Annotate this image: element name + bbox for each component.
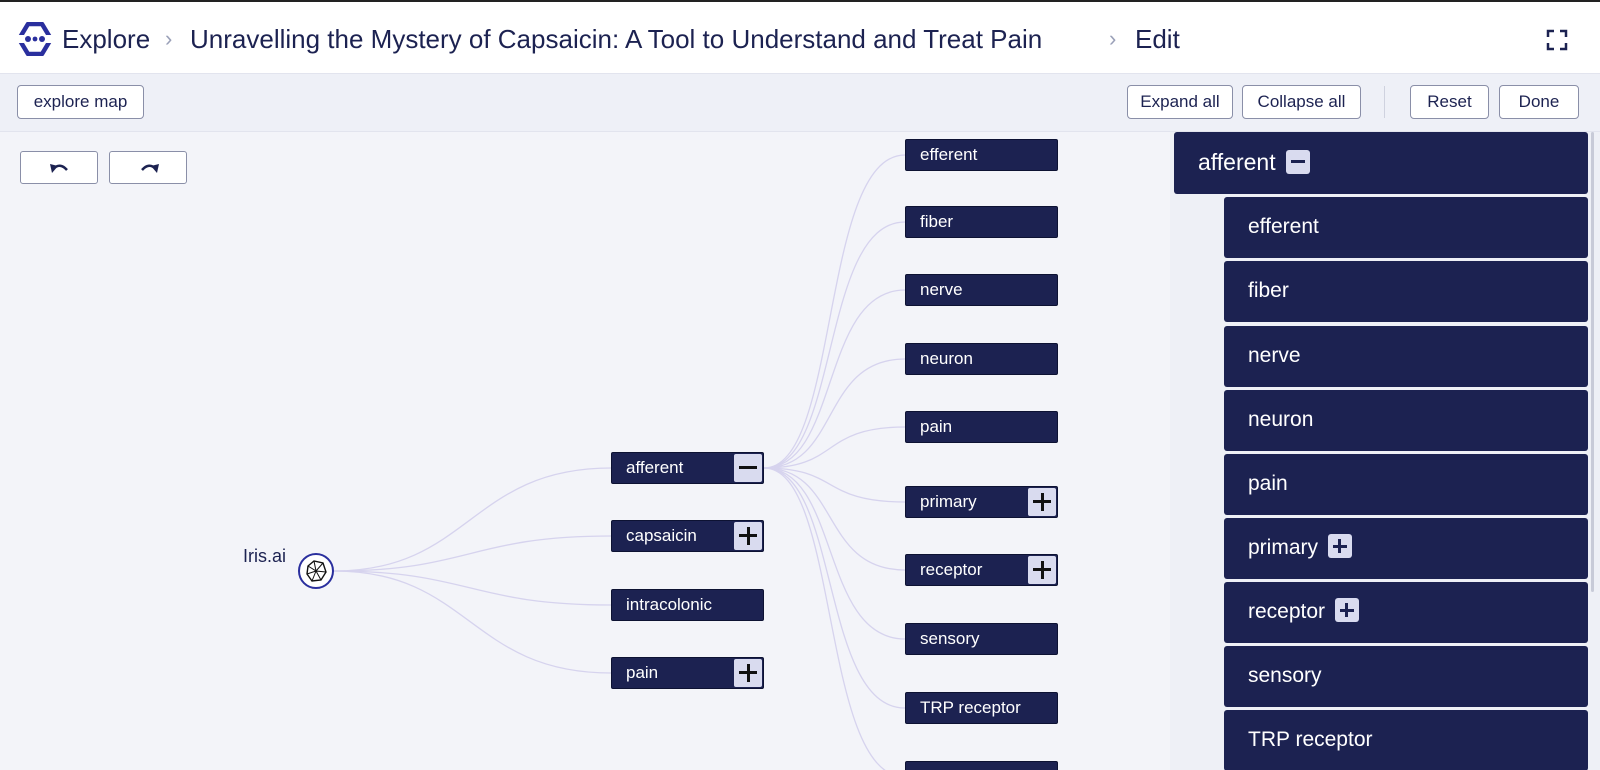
map-canvas[interactable]: Iris.ai afferent capsaicin intracolonic … [0,132,1170,770]
panel-item-label: efferent [1248,215,1319,238]
tree-node-label: sensory [920,629,980,648]
plus-icon[interactable] [1334,598,1359,623]
iris-ai-icon[interactable] [298,553,334,589]
panel-item-label: TRP receptor [1248,728,1373,751]
plus-icon[interactable] [1028,488,1056,516]
tree-node-afferent[interactable]: afferent [611,452,764,484]
panel-item-label: primary [1248,536,1319,559]
tree-node-label: efferent [920,145,978,164]
toolbar-divider [1384,86,1385,118]
panel-item-label: neuron [1248,408,1314,431]
node-panel: afferent efferent fiber nerve neuron pai… [1170,132,1600,770]
tree-node-label: nerve [920,280,963,299]
toolbar: explore map Expand all Collapse all Rese… [0,74,1600,132]
panel-item-sensory[interactable]: sensory [1224,646,1588,707]
panel-item-efferent[interactable]: efferent [1224,197,1588,258]
tree-node-label: pain [920,417,953,436]
breadcrumb-explore[interactable]: Explore [62,22,150,56]
tree-node-label: pain [626,663,659,682]
minus-icon[interactable] [734,454,762,482]
panel-item-primary[interactable]: primary [1224,518,1588,579]
plus-icon[interactable] [1028,556,1056,584]
tree-node-label: receptor [920,560,983,579]
panel-header-label: afferent [1198,149,1276,175]
tree-node-label: fiber [920,212,954,231]
panel-item-label: fiber [1248,279,1289,302]
tree-node-label: TRP receptor [920,698,1021,717]
tree-node-label: intracolonic [626,595,712,614]
tree-node-neuron[interactable]: neuron [905,343,1058,375]
tree-node-intracolonic[interactable]: intracolonic [611,589,764,621]
panel-item-label: receptor [1248,600,1326,623]
tree-node-label: capsaicin [626,526,697,545]
breadcrumb-edit: Edit [1135,24,1180,54]
panel-item-fiber[interactable]: fiber [1224,261,1588,322]
fullscreen-icon[interactable] [1546,29,1568,51]
breadcrumb-separator: › [165,26,173,51]
collapse-all-button[interactable]: Collapse all [1242,85,1361,119]
plus-icon[interactable] [1327,534,1352,559]
tree-node-capsaicin[interactable]: capsaicin [611,520,764,552]
tree-node-pain[interactable]: pain [611,657,764,689]
panel-item-label: nerve [1248,344,1301,367]
tree-node-pain[interactable]: pain [905,411,1058,443]
root-label: Iris.ai [243,546,287,566]
minus-icon[interactable] [1285,149,1310,174]
panel-item-label: pain [1248,472,1288,495]
panel-header-afferent[interactable]: afferent [1174,132,1588,194]
tree-node-sensory[interactable]: sensory [905,623,1058,655]
tree-node-label: primary [920,492,977,511]
panel-item-trp-receptor[interactable]: TRP receptor [1224,710,1588,770]
tree-node-efferent[interactable]: efferent [905,139,1058,171]
tree-node-primary[interactable]: primary [905,486,1058,518]
tree-node-label: afferent [626,458,684,477]
breadcrumb-separator: › [1109,26,1117,51]
tree-node-trp-receptor[interactable]: TRP receptor [905,692,1058,724]
expand-all-button[interactable]: Expand all [1127,85,1233,119]
panel-item-pain[interactable]: pain [1224,454,1588,515]
panel-item-nerve[interactable]: nerve [1224,326,1588,387]
plus-icon[interactable] [734,659,762,687]
tree-node-fiber[interactable]: fiber [905,206,1058,238]
tree-node-nerve[interactable]: nerve [905,274,1058,306]
iris-logo-icon[interactable] [17,22,53,56]
panel-item-receptor[interactable]: receptor [1224,582,1588,643]
panel-item-neuron[interactable]: neuron [1224,390,1588,451]
done-button[interactable]: Done [1499,85,1579,119]
page-title[interactable]: Unravelling the Mystery of Capsaicin: A … [190,22,1042,56]
reset-button[interactable]: Reset [1410,85,1489,119]
header-bar: Explore › Unravelling the Mystery of Cap… [0,0,1600,74]
tree-node-partial[interactable] [905,761,1058,770]
plus-icon[interactable] [734,522,762,550]
panel-item-label: sensory [1248,664,1322,687]
tree-node-label: neuron [920,349,973,368]
explore-map-button[interactable]: explore map [17,85,144,119]
panel-scrollbar[interactable] [1591,132,1594,592]
tree-node-receptor[interactable]: receptor [905,554,1058,586]
